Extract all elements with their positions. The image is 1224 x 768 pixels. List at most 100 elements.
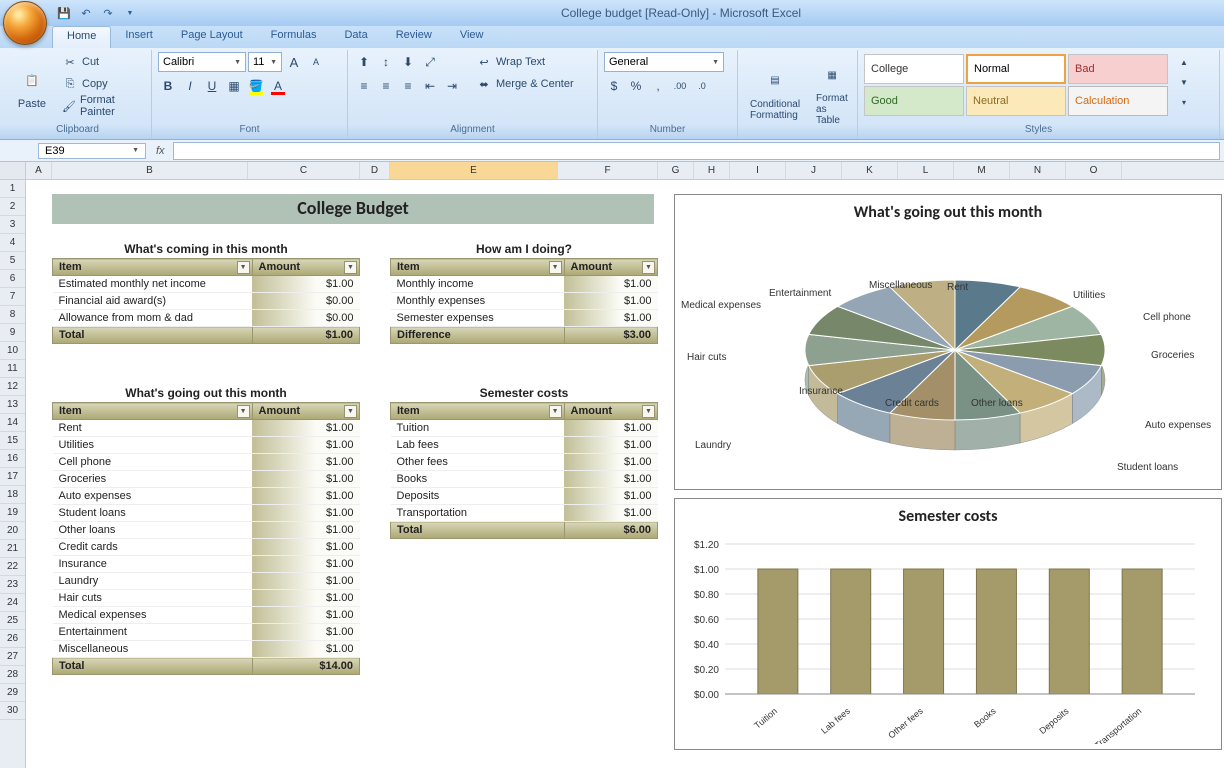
- currency-button[interactable]: $: [604, 76, 624, 96]
- bar-chart[interactable]: Semester costs $1.20$1.00$0.80$0.60$0.40…: [674, 498, 1222, 750]
- col-header[interactable]: M: [954, 162, 1010, 179]
- tab-formulas[interactable]: Formulas: [257, 26, 331, 48]
- tab-view[interactable]: View: [446, 26, 498, 48]
- col-header[interactable]: I: [730, 162, 786, 179]
- align-center-button[interactable]: ≡: [376, 76, 396, 96]
- format-painter-button[interactable]: 🖌Format Painter: [58, 96, 145, 116]
- row-header[interactable]: 27: [0, 648, 25, 666]
- filter-icon[interactable]: ▼: [549, 405, 562, 418]
- merge-center-button[interactable]: ⬌Merge & Center: [472, 74, 578, 94]
- row-header[interactable]: 3: [0, 216, 25, 234]
- align-middle-button[interactable]: ↕: [376, 52, 396, 72]
- fx-icon[interactable]: fx: [156, 145, 165, 157]
- row-header[interactable]: 18: [0, 486, 25, 504]
- filter-icon[interactable]: ▼: [549, 261, 562, 274]
- col-header[interactable]: H: [694, 162, 730, 179]
- col-header[interactable]: E: [390, 162, 558, 179]
- wrap-text-button[interactable]: ↩Wrap Text: [472, 52, 578, 72]
- row-header[interactable]: 2: [0, 198, 25, 216]
- copy-button[interactable]: ⎘Copy: [58, 74, 145, 94]
- fill-color-button[interactable]: 🪣: [246, 76, 266, 96]
- increase-decimal-button[interactable]: .00: [670, 76, 690, 96]
- col-header[interactable]: N: [1010, 162, 1066, 179]
- style-neutral[interactable]: Neutral: [966, 86, 1066, 116]
- row-header[interactable]: 22: [0, 558, 25, 576]
- col-header[interactable]: L: [898, 162, 954, 179]
- worksheet[interactable]: 1234567891011121314151617181920212223242…: [0, 180, 1224, 768]
- comma-button[interactable]: ,: [648, 76, 668, 96]
- gallery-down-icon[interactable]: ▼: [1174, 72, 1194, 92]
- row-header[interactable]: 17: [0, 468, 25, 486]
- border-button[interactable]: ▦: [224, 76, 244, 96]
- row-header[interactable]: 5: [0, 252, 25, 270]
- decrease-decimal-button[interactable]: .0: [692, 76, 712, 96]
- col-header[interactable]: A: [26, 162, 52, 179]
- increase-indent-button[interactable]: ⇥: [442, 76, 462, 96]
- row-header[interactable]: 25: [0, 612, 25, 630]
- shrink-font-button[interactable]: A: [306, 52, 326, 72]
- align-top-button[interactable]: ⬆: [354, 52, 374, 72]
- row-header[interactable]: 4: [0, 234, 25, 252]
- pie-chart[interactable]: What's going out this month RentUtilitie…: [674, 194, 1222, 490]
- filter-icon[interactable]: ▼: [237, 405, 250, 418]
- row-header[interactable]: 9: [0, 324, 25, 342]
- format-as-table-button[interactable]: ▦Format as Table: [810, 52, 854, 133]
- col-header[interactable]: F: [558, 162, 658, 179]
- row-header[interactable]: 6: [0, 270, 25, 288]
- col-header[interactable]: B: [52, 162, 248, 179]
- gallery-up-icon[interactable]: ▲: [1174, 52, 1194, 72]
- percent-button[interactable]: %: [626, 76, 646, 96]
- col-header[interactable]: O: [1066, 162, 1122, 179]
- tab-data[interactable]: Data: [330, 26, 381, 48]
- paste-button[interactable]: 📋 Paste: [10, 52, 54, 122]
- undo-icon[interactable]: ↶: [78, 5, 94, 21]
- cut-button[interactable]: ✂Cut: [58, 52, 145, 72]
- row-header[interactable]: 13: [0, 396, 25, 414]
- style-bad[interactable]: Bad: [1068, 54, 1168, 84]
- grow-font-button[interactable]: A: [284, 52, 304, 72]
- bold-button[interactable]: B: [158, 76, 178, 96]
- tab-page-layout[interactable]: Page Layout: [167, 26, 257, 48]
- decrease-indent-button[interactable]: ⇤: [420, 76, 440, 96]
- row-header[interactable]: 11: [0, 360, 25, 378]
- col-header[interactable]: G: [658, 162, 694, 179]
- row-header[interactable]: 10: [0, 342, 25, 360]
- row-header[interactable]: 28: [0, 666, 25, 684]
- orientation-button[interactable]: ⤢: [420, 52, 440, 72]
- row-header[interactable]: 30: [0, 702, 25, 720]
- row-header[interactable]: 26: [0, 630, 25, 648]
- redo-icon[interactable]: ↷: [100, 5, 116, 21]
- filter-icon[interactable]: ▼: [344, 261, 357, 274]
- tab-home[interactable]: Home: [52, 26, 111, 48]
- row-header[interactable]: 16: [0, 450, 25, 468]
- office-button[interactable]: [3, 1, 47, 45]
- filter-icon[interactable]: ▼: [344, 405, 357, 418]
- col-header[interactable]: C: [248, 162, 360, 179]
- style-good[interactable]: Good: [864, 86, 964, 116]
- filter-icon[interactable]: ▼: [642, 405, 655, 418]
- row-header[interactable]: 12: [0, 378, 25, 396]
- tab-review[interactable]: Review: [382, 26, 446, 48]
- row-header[interactable]: 1: [0, 180, 25, 198]
- align-right-button[interactable]: ≡: [398, 76, 418, 96]
- conditional-formatting-button[interactable]: ▤Conditional Formatting: [744, 52, 806, 133]
- style-normal[interactable]: Normal: [966, 54, 1066, 84]
- gallery-more-icon[interactable]: ▾: [1174, 92, 1194, 112]
- number-format-select[interactable]: General▼: [604, 52, 724, 72]
- row-header[interactable]: 29: [0, 684, 25, 702]
- align-left-button[interactable]: ≡: [354, 76, 374, 96]
- col-header[interactable]: K: [842, 162, 898, 179]
- underline-button[interactable]: U: [202, 76, 222, 96]
- filter-icon[interactable]: ▼: [642, 261, 655, 274]
- col-header[interactable]: J: [786, 162, 842, 179]
- filter-icon[interactable]: ▼: [237, 261, 250, 274]
- row-header[interactable]: 23: [0, 576, 25, 594]
- select-all-button[interactable]: [0, 162, 26, 180]
- font-name-select[interactable]: Calibri▼: [158, 52, 246, 72]
- qat-dropdown-icon[interactable]: ▼: [122, 5, 138, 21]
- formula-input[interactable]: [173, 142, 1220, 160]
- font-color-button[interactable]: A: [268, 76, 288, 96]
- save-icon[interactable]: 💾: [56, 5, 72, 21]
- row-header[interactable]: 14: [0, 414, 25, 432]
- row-header[interactable]: 20: [0, 522, 25, 540]
